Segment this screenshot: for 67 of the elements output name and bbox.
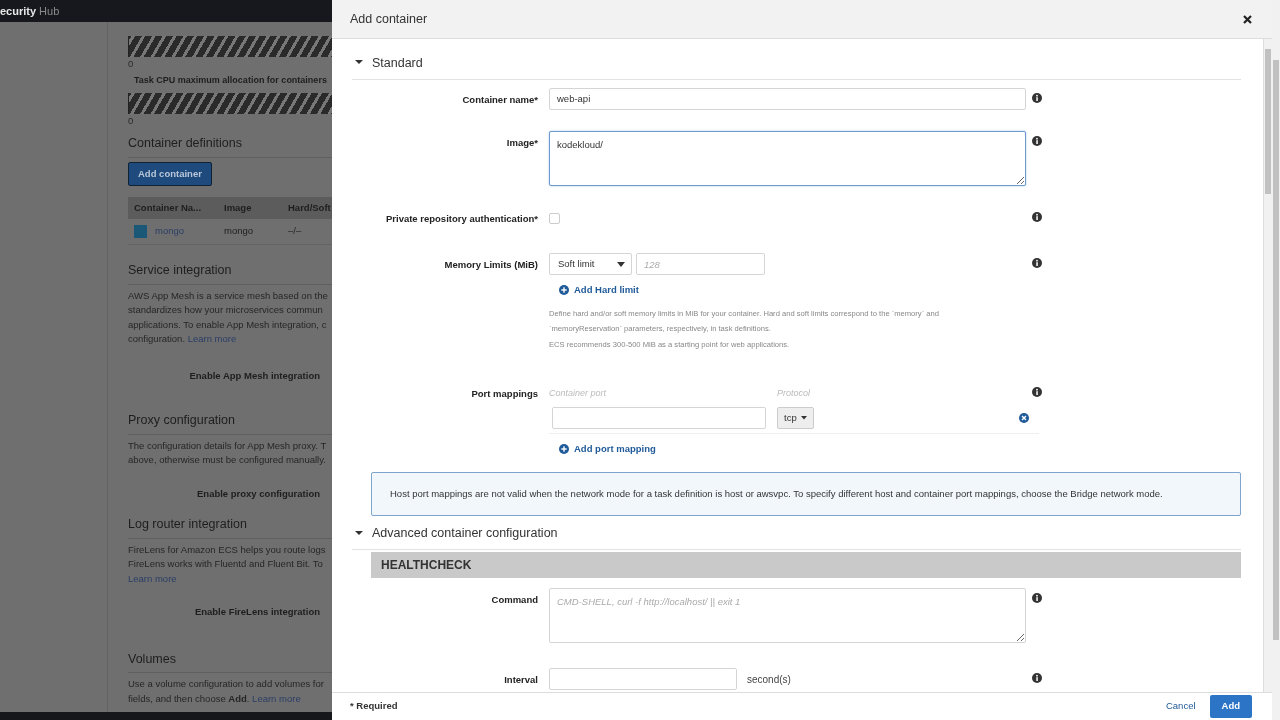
- meter-value: 0: [128, 113, 135, 128]
- text-area[interactable]: CMD-SHELL, curl -f http://localhost/ || exit 1: [549, 588, 1026, 643]
- description-text: above, otherwise must be configured manually.: [128, 454, 326, 466]
- meter-label: Task CPU maximum allocation for containers: [133, 74, 328, 88]
- close-icon[interactable]: [1243, 14, 1252, 24]
- info-icon: [1032, 211, 1042, 222]
- description-text: applications. To enable App Mesh integration, c: [128, 318, 327, 330]
- cancel-link[interactable]: Cancel: [1165, 699, 1196, 714]
- unit-label: second(s): [747, 672, 791, 687]
- column-header: Image: [223, 200, 253, 215]
- description-text: FireLens for Amazon ECS helps you route logs: [128, 543, 326, 555]
- info-alert: Host port mappings are not valid when the network mode for a task definition is host or awsvpc. To specify different host and container port mappings, choose the Bridge network mode.: [371, 472, 1241, 517]
- meter-value: 0: [128, 57, 135, 71]
- scrollbar[interactable]: [1263, 39, 1272, 692]
- checkbox[interactable]: [549, 212, 560, 224]
- protocol-dropdown[interactable]: tcp: [777, 406, 814, 429]
- description-text: The configuration details for App Mesh proxy. T: [128, 439, 327, 451]
- table-cell-text: mongo: [223, 224, 255, 239]
- port-field[interactable]: [552, 406, 766, 429]
- field-label: Private repository authentication*: [384, 211, 538, 226]
- info-icon: [1032, 593, 1042, 603]
- add-hard-limit-link[interactable]: Add Hard limit: [559, 283, 1026, 298]
- field-label: Image*: [505, 135, 538, 150]
- column-header: Protocol: [777, 387, 811, 401]
- description-text: configuration.: [128, 333, 186, 345]
- column-header: Container port: [549, 387, 608, 401]
- field-label: Container name*: [461, 92, 538, 107]
- section-toggle[interactable]: Advanced container configuration: [352, 524, 1241, 550]
- section-title: Standard: [372, 55, 423, 72]
- field-label: Port mappings: [470, 387, 538, 402]
- description-text: AWS App Mesh is a service mesh based on the: [128, 289, 328, 301]
- group-header: HEALTHCHECK: [371, 552, 1241, 578]
- required-note: * Required: [350, 699, 398, 714]
- info-icon: [1032, 673, 1042, 683]
- description-text: FireLens works with Fluentd and Fluent Bit. To: [128, 558, 323, 570]
- info-icon: [1032, 258, 1042, 268]
- limit-dropdown[interactable]: Soft limit: [549, 253, 632, 275]
- section-title: Advanced container configuration: [372, 525, 558, 543]
- number-field[interactable]: [549, 668, 737, 690]
- table-cell-text: –/–: [287, 224, 302, 239]
- field-label: Command: [490, 593, 538, 607]
- field-label: Memory Limits (MiB): [443, 258, 538, 272]
- add-button[interactable]: Add: [1209, 695, 1252, 718]
- text-area[interactable]: kodekloud/: [549, 130, 1026, 186]
- field-label: Interval: [503, 673, 538, 687]
- caret-down-icon: [617, 261, 625, 267]
- add-container-button[interactable]: Add container: [128, 161, 212, 186]
- dialog-title: Add container: [350, 10, 428, 28]
- caret-down-icon: [800, 415, 807, 420]
- info-icon: [1032, 387, 1042, 398]
- brand-text: ecurity: [0, 5, 37, 17]
- description-text: Use a volume configuration to add volumes for: [128, 678, 324, 690]
- brand-text: Hub: [39, 5, 60, 17]
- info-icon: [1032, 92, 1042, 103]
- text-field[interactable]: web-api: [549, 87, 1026, 110]
- number-field[interactable]: 128: [636, 253, 765, 275]
- description-text: fields, and then choose Add.: [128, 692, 250, 704]
- add-icon: [559, 443, 569, 454]
- info-icon: [1032, 135, 1042, 146]
- remove-icon[interactable]: [1019, 412, 1029, 423]
- column-header: Container Na...: [133, 200, 203, 215]
- add-icon: [559, 285, 569, 296]
- scrollbar[interactable]: [1272, 0, 1280, 720]
- column-header: Hard/Soft: [287, 200, 332, 215]
- section-toggle[interactable]: Standard: [352, 54, 1241, 80]
- add-port-mapping-link[interactable]: Add port mapping: [559, 441, 1026, 456]
- description-text: standardizes how your microservices commun: [128, 304, 323, 316]
